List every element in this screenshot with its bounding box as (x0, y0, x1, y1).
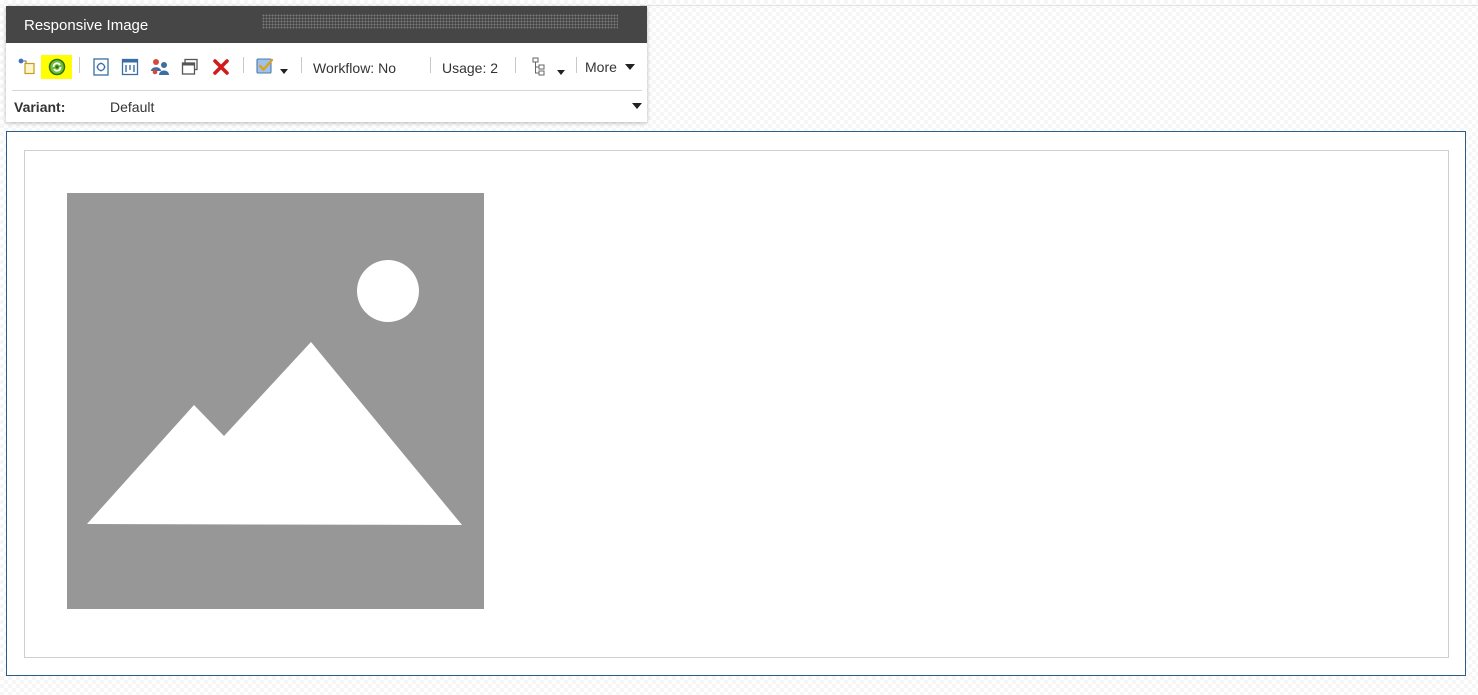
tree-icon (532, 57, 565, 76)
delete-icon (213, 59, 229, 75)
image-placeholder-icon (67, 193, 484, 609)
chrome-header: Responsive Image (6, 6, 647, 43)
more-label: More (585, 59, 617, 75)
edit-item-icon (93, 58, 109, 76)
layout-details-button[interactable] (119, 55, 141, 79)
change-rendering-button[interactable] (41, 55, 72, 79)
more-dropdown-button[interactable]: More (585, 55, 641, 79)
chrome-title: Responsive Image (24, 17, 149, 34)
variant-label: Variant: (14, 99, 66, 115)
test-dropdown-button[interactable] (254, 55, 290, 79)
variant-value: Default (110, 99, 155, 115)
layout-icon (121, 58, 139, 76)
chevron-down-icon (624, 64, 635, 70)
insert-icon (18, 58, 35, 75)
window-icon (181, 58, 198, 75)
image-placeholder[interactable] (67, 193, 484, 609)
toolbar-separator (430, 57, 431, 73)
chevron-down-icon (632, 103, 642, 109)
rendering-chrome-panel: Responsive Image Workflow: No Usage: 2 M… (6, 6, 647, 122)
tree-dropdown-button[interactable] (530, 55, 568, 79)
personalize-icon (151, 59, 169, 75)
top-divider (640, 5, 1478, 6)
personalize-button[interactable] (149, 55, 171, 79)
select-parent-button[interactable] (16, 55, 38, 79)
open-window-button[interactable] (179, 55, 201, 79)
rendering-area[interactable] (6, 131, 1466, 676)
toolbar-separator (576, 57, 577, 73)
toolbar-separator (301, 57, 302, 73)
workflow-status: Workflow: No (313, 60, 396, 76)
test-icon (256, 58, 288, 74)
toolbar-separator (515, 57, 516, 73)
toolbar-separator (243, 57, 244, 73)
variant-select[interactable]: Default (110, 91, 644, 123)
delete-button[interactable] (210, 55, 232, 79)
chrome-toolbar: Workflow: No Usage: 2 More (6, 43, 647, 91)
usage-count[interactable]: Usage: 2 (442, 60, 498, 76)
variant-row: Variant: Default (12, 90, 642, 123)
edit-related-item-button[interactable] (90, 55, 112, 79)
image-container (24, 150, 1449, 658)
drag-handle[interactable] (262, 14, 618, 29)
refresh-icon (48, 58, 65, 76)
toolbar-separator (79, 57, 80, 73)
